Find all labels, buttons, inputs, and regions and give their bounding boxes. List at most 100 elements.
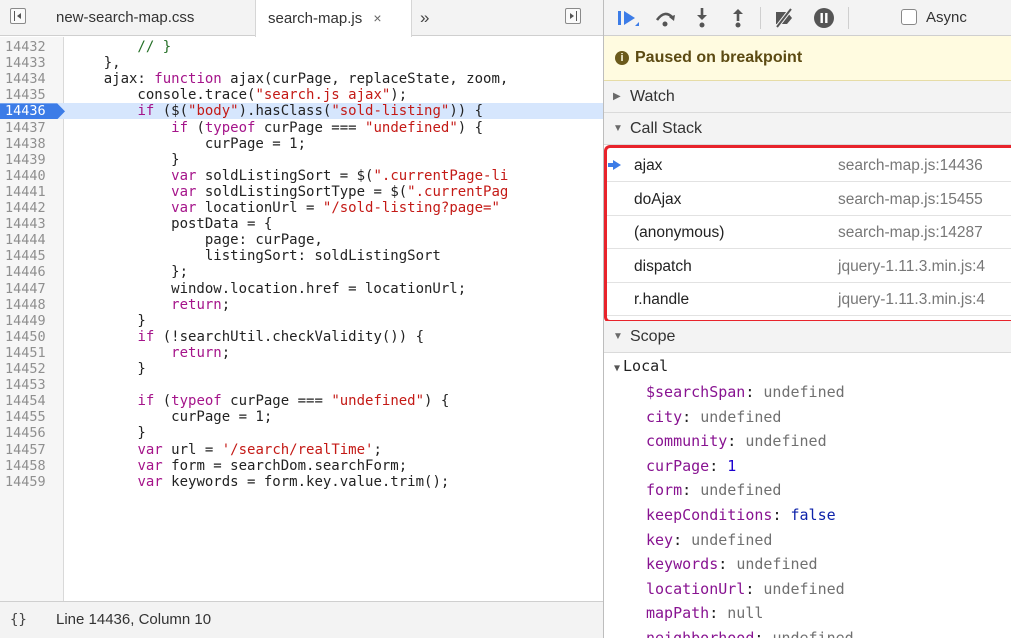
code-line[interactable]: 14438 curPage = 1; (0, 136, 604, 152)
line-number[interactable]: 14439 (5, 152, 59, 168)
scope-variable[interactable]: form: undefined (646, 478, 781, 503)
code-line[interactable]: 14454 if (typeof curPage === "undefined"… (0, 393, 604, 409)
line-number[interactable]: 14433 (5, 55, 59, 71)
code-line[interactable]: 14439 } (0, 152, 604, 168)
line-number[interactable]: 14458 (5, 458, 59, 474)
line-number[interactable]: 14451 (5, 345, 59, 361)
line-number[interactable]: 14450 (5, 329, 59, 345)
line-code: } (70, 425, 146, 442)
line-number[interactable]: 14446 (5, 264, 59, 280)
resume-icon[interactable] (615, 6, 639, 30)
pause-on-exceptions-icon[interactable] (812, 6, 836, 30)
close-tab-icon[interactable]: × (373, 10, 381, 26)
tab-search-map-js[interactable]: search-map.js × (255, 0, 412, 37)
code-line[interactable]: 14459 var keywords = form.key.value.trim… (0, 474, 604, 490)
code-line[interactable]: 14435 console.trace("search.js ajax"); (0, 87, 604, 103)
line-number[interactable]: 14434 (5, 71, 59, 87)
collapse-triangle-icon: ▼ (613, 123, 623, 134)
variable-separator: : (754, 629, 773, 638)
code-line[interactable]: 14442 var locationUrl = "/sold-listing?p… (0, 200, 604, 216)
code-line[interactable]: 14437 if (typeof curPage === "undefined"… (0, 120, 604, 136)
variable-value: undefined (700, 407, 782, 426)
variable-separator: : (682, 407, 701, 426)
line-code: // } (70, 39, 172, 55)
line-number[interactable]: 14440 (5, 168, 59, 184)
scope-variable[interactable]: keywords: undefined (646, 552, 818, 577)
scope-variable[interactable]: keepConditions: false (646, 503, 836, 528)
line-code: if (!searchUtil.checkValidity()) { (137, 328, 425, 345)
debugger-sidebar: Async i Paused on breakpoint ▶ Watch ▼ C… (604, 0, 1011, 638)
line-number[interactable]: 14438 (5, 136, 59, 152)
line-number[interactable]: 14432 (5, 39, 59, 55)
scope-variable[interactable]: city: undefined (646, 405, 781, 430)
code-line[interactable]: 14441 var soldListingSortType = $(".curr… (0, 184, 604, 200)
line-number[interactable]: 14444 (5, 232, 59, 248)
line-number[interactable]: 14447 (5, 281, 59, 297)
code-line[interactable]: 14450 if (!searchUtil.checkValidity()) { (0, 329, 604, 345)
line-number[interactable]: 14453 (5, 377, 59, 393)
code-line[interactable]: 14444 page: curPage, (0, 232, 604, 248)
line-number[interactable]: 14459 (5, 474, 59, 490)
watch-section-header[interactable]: ▶ Watch (604, 81, 1011, 113)
scope-variable[interactable]: mapPath: null (646, 601, 763, 626)
line-code: page: curPage, (70, 232, 323, 249)
scope-section-header[interactable]: ▼ Scope (604, 321, 1011, 353)
line-number[interactable]: 14437 (5, 120, 59, 136)
async-checkbox[interactable] (901, 9, 917, 25)
section-label: Call Stack (630, 120, 703, 137)
step-out-icon[interactable] (726, 6, 750, 30)
code-line[interactable]: 14447 window.location.href = locationUrl… (0, 281, 604, 297)
code-line[interactable]: 14432 // } (0, 39, 604, 55)
step-into-icon[interactable] (690, 6, 714, 30)
scope-variable[interactable]: locationUrl: undefined (646, 577, 845, 602)
line-number[interactable]: 14443 (5, 216, 59, 232)
line-number[interactable]: 14435 (5, 87, 59, 103)
cursor-position: Line 14436, Column 10 (56, 611, 212, 628)
step-over-icon[interactable] (653, 6, 677, 30)
code-line[interactable]: 14443 postData = { (0, 216, 604, 232)
line-number[interactable]: 14455 (5, 409, 59, 425)
code-line[interactable]: 14433 }, (0, 55, 604, 71)
scope-local-header[interactable]: ▼ Local (614, 357, 668, 375)
scope-variable[interactable]: community: undefined (646, 429, 827, 454)
code-area[interactable]: 14432 // } 14433 }, 14434 ajax: function a… (0, 37, 604, 601)
line-number[interactable]: 14441 (5, 184, 59, 200)
scope-variable[interactable]: curPage: 1 (646, 454, 736, 479)
scope-variable[interactable]: key: undefined (646, 528, 772, 553)
code-line[interactable]: 14440 var soldListingSort = $(".currentP… (0, 168, 604, 184)
code-line[interactable]: 14451 return; (0, 345, 604, 361)
pretty-print-icon[interactable]: {} (10, 602, 27, 638)
line-number[interactable]: 14448 (5, 297, 59, 313)
code-line[interactable]: 14448 return; (0, 297, 604, 313)
more-tabs-button[interactable]: » (420, 0, 450, 36)
toggle-navigator-icon[interactable] (10, 8, 26, 24)
line-code: var url = '/search/realTime'; (137, 441, 382, 458)
line-number[interactable]: 14452 (5, 361, 59, 377)
call-stack-section-header[interactable]: ▼ Call Stack (604, 113, 1011, 145)
scope-variable[interactable]: $searchSpan: undefined (646, 380, 845, 405)
line-number[interactable]: 14442 (5, 200, 59, 216)
scope-variable[interactable]: neighborhood: undefined (646, 626, 854, 638)
code-line[interactable]: 14449 } (0, 313, 604, 329)
code-line[interactable]: 14452 } (0, 361, 604, 377)
line-code: if ($("body").hasClass("sold-listing")) … (137, 103, 484, 120)
line-number[interactable]: 14454 (5, 393, 59, 409)
code-line[interactable]: 14445 listingSort: soldListingSort (0, 248, 604, 264)
code-line[interactable]: 14457 var url = '/search/realTime'; (0, 442, 604, 458)
code-line[interactable]: 14453 (0, 377, 604, 393)
line-number[interactable]: 14449 (5, 313, 59, 329)
code-line[interactable]: 14446 }; (0, 264, 604, 280)
breakpoint-marker[interactable]: 14436 (0, 103, 65, 120)
tab-new-search-map-css[interactable]: new-search-map.css (42, 0, 252, 36)
line-number[interactable]: 14456 (5, 425, 59, 441)
line-number[interactable]: 14457 (5, 442, 59, 458)
line-code: }; (70, 264, 189, 281)
deactivate-breakpoints-icon[interactable] (772, 6, 796, 30)
code-line[interactable]: 14455 curPage = 1; (0, 409, 604, 425)
code-line[interactable]: 14436 if ($("body").hasClass("sold-listi… (0, 103, 604, 120)
code-line[interactable]: 14458 var form = searchDom.searchForm; (0, 458, 604, 474)
code-line[interactable]: 14456 } (0, 425, 604, 441)
line-number[interactable]: 14445 (5, 248, 59, 264)
code-line[interactable]: 14434 ajax: function ajax(curPage, repla… (0, 71, 604, 87)
toggle-debugger-icon[interactable] (565, 8, 581, 24)
